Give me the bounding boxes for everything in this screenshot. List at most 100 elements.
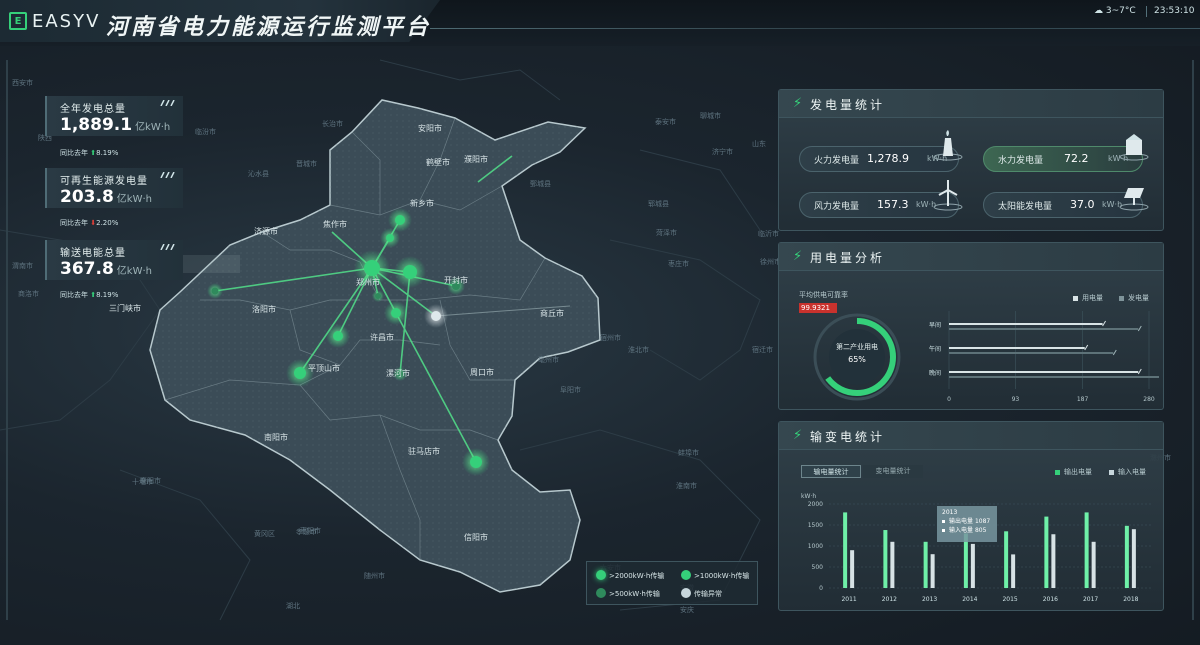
city-label: 南阳市 (264, 432, 288, 442)
bar-cap (1084, 344, 1089, 351)
bar-output (1084, 512, 1089, 588)
kpi-compare: 同比去年 ⬆8.19% (60, 149, 119, 157)
bar-output (843, 512, 848, 588)
neighbor-label: 泰安市 (655, 117, 676, 126)
x-tick-label: 187 (1077, 396, 1089, 403)
legend-label: >2000kW·h传输 (609, 572, 665, 580)
bar-usage (949, 371, 1139, 373)
tab-transmission[interactable]: 输电量统计 (801, 465, 861, 478)
left-frame-line (6, 60, 8, 620)
gen-label: 火力发电量 (814, 156, 860, 166)
consumption-panel: ⚡ 用电量分析 平均供电可靠率 99.9321 第二产业用电 65% 用电量 发… (778, 242, 1164, 410)
page-title: 河南省电力能源运行监测平台 (106, 15, 432, 40)
neighbor-label: 蚌埠市 (678, 448, 699, 457)
bar-input (930, 554, 935, 588)
neighbor-label: 随州市 (364, 571, 385, 580)
legend-usage: 用电量 (1073, 293, 1103, 303)
neighbor-label: 淮北市 (628, 345, 649, 354)
neighbor-label: 晋城市 (296, 159, 317, 168)
logo-icon: E (9, 12, 27, 30)
neighbor-label: 商洛市 (18, 289, 39, 298)
kpi-value: 1,889.1 亿kW·h (60, 115, 171, 135)
x-tick-label: 0 (947, 396, 951, 403)
divider (1146, 6, 1147, 17)
scrollbar[interactable] (1192, 60, 1194, 620)
neighbor-label: 渭南市 (12, 261, 33, 270)
stripes-icon (160, 100, 175, 106)
top-bar: E EASYV 河南省电力能源运行监测平台 ☁ 3~7°C 23:53:10 (0, 0, 1200, 46)
solar-panel-icon (1119, 188, 1149, 211)
bar-generation (949, 376, 1159, 378)
y-tick-label: 2000 (808, 501, 823, 508)
neighbor-label: 济宁市 (712, 147, 733, 156)
bar-output (883, 530, 888, 588)
city-label: 鹤壁市 (426, 157, 450, 167)
category-label: 早间 (929, 321, 941, 329)
bar-input (970, 543, 975, 588)
x-tick-label: 93 (1012, 396, 1020, 403)
neighbor-label: 湖北 (286, 601, 300, 610)
y-axis-label: kW·h (801, 493, 816, 500)
bar-input (1091, 541, 1096, 588)
bar-output (1004, 531, 1009, 588)
city-label: 新乡市 (410, 198, 434, 208)
x-tick-label: 2018 (1123, 596, 1138, 603)
legend-generation: 发电量 (1119, 293, 1149, 303)
bar-cap (1112, 349, 1117, 356)
neighbor-label: 聊城市 (700, 111, 721, 120)
panel-title: 用电量分析 (810, 251, 886, 265)
legend-input: 输入电量 (1109, 467, 1146, 477)
gen-value: 72.2 (1064, 152, 1089, 165)
neighbor-label: 阜阳市 (560, 385, 581, 394)
gen-label: 太阳能发电量 (998, 202, 1053, 212)
neighbor-label: 宿迁市 (752, 345, 773, 354)
gen-label: 水力发电量 (998, 156, 1044, 166)
bar-input (850, 550, 855, 588)
kpi-label: 可再生能源发电量 (60, 176, 148, 187)
kpi-label: 输送电能总量 (60, 248, 126, 259)
temperature: 3~7°C (1105, 6, 1136, 16)
city-label: 濮阳市 (464, 154, 488, 164)
stripes-icon (160, 244, 175, 250)
bar-cap (1137, 368, 1142, 375)
city-label: 安阳市 (418, 123, 442, 133)
clock: 23:53:10 (1154, 6, 1195, 16)
neighbor-label: 鄄城县 (530, 179, 551, 188)
neighbor-label: 长治市 (322, 119, 343, 128)
tooltip-row: 输出电量 1087 (942, 516, 992, 525)
category-label: 晚间 (929, 369, 941, 377)
city-label: 许昌市 (370, 332, 394, 342)
neighbor-label: 西安市 (12, 78, 33, 87)
neighbor-label: 山东 (752, 139, 766, 148)
x-tick-label: 2015 (1002, 596, 1017, 603)
neighbor-label: 枣阳市 (300, 526, 321, 535)
legend-dot (681, 570, 691, 580)
neighbor-label: 亳州市 (538, 355, 559, 364)
neighbor-label: 淮南市 (676, 481, 697, 490)
city-label: 漯河市 (386, 368, 410, 378)
bar-input (1131, 529, 1136, 588)
bar-input (1011, 554, 1016, 588)
panel-header: ⚡ 用电量分析 (779, 243, 1163, 271)
legend-label: >1000kW·h传输 (694, 572, 750, 580)
legend-dot (596, 570, 606, 580)
tab-substation[interactable]: 变电量统计 (863, 465, 923, 478)
panel-header: ⚡ 输变电统计 (779, 422, 1163, 450)
kpi-compare: 同比去年 ⬆8.19% (60, 291, 119, 299)
legend-dot (596, 588, 606, 598)
bolt-icon: ⚡ (793, 96, 803, 111)
map-legend: >2000kW·h传输 >1000kW·h传输 >500kW·h传输 传输异常 (586, 561, 758, 605)
city-label: 三门峡市 (109, 303, 141, 313)
kpi-label: 全年发电总量 (60, 104, 126, 115)
gauge-label: 第二产业用电 (836, 343, 878, 351)
panel-header: ⚡ 发电量统计 (779, 90, 1163, 118)
x-tick-label: 2014 (962, 596, 977, 603)
bar-output (923, 541, 928, 588)
bar-output (1044, 516, 1049, 588)
bar-usage (949, 347, 1085, 349)
city-label: 信阳市 (464, 532, 488, 542)
generation-panel: ⚡ 发电量统计 火力发电量 1,278.9 kW·h 水力发电量 72.2 kW… (778, 89, 1164, 231)
neighbor-label: 郓城县 (648, 199, 669, 208)
city-label: 驻马店市 (408, 446, 440, 456)
kpi-value: 367.8 亿kW·h (60, 259, 152, 279)
